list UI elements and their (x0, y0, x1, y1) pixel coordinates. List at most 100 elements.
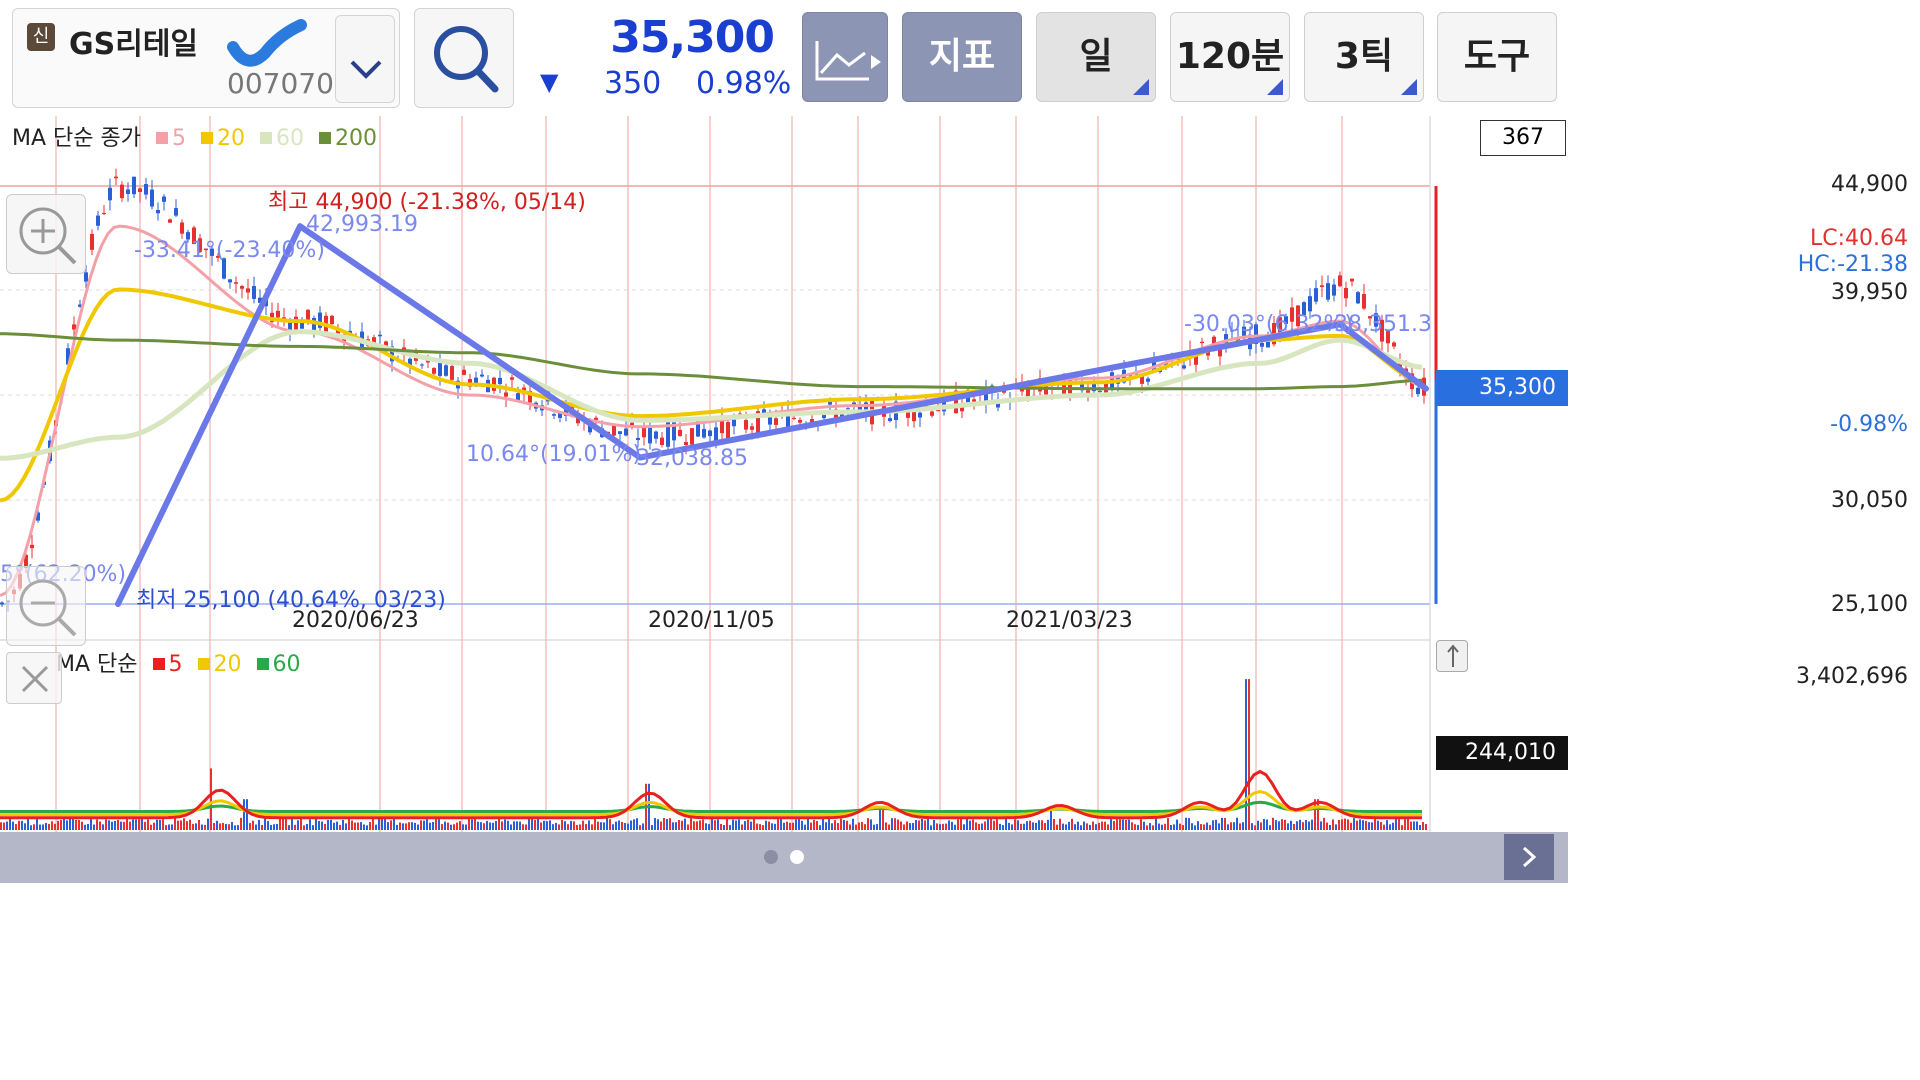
volume-bar (852, 818, 854, 830)
volume-bar (942, 823, 944, 830)
volume-bar (555, 822, 557, 830)
bar-count[interactable]: 367 (1480, 120, 1566, 156)
candle-body (144, 184, 148, 195)
volume-bar (1170, 824, 1172, 830)
zoom-in-button[interactable] (6, 194, 86, 274)
candle-body (714, 427, 718, 441)
volume-bar (1248, 679, 1250, 830)
volume-bar (348, 818, 350, 830)
volume-bar (69, 817, 71, 830)
page-dot-2[interactable] (790, 850, 804, 864)
legend-ma20: 20 (200, 126, 245, 151)
volume-bar (456, 822, 458, 830)
volume-bar (1134, 824, 1136, 830)
volume-bar (252, 820, 254, 830)
volume-bar (1212, 820, 1214, 830)
volume-bar (789, 822, 791, 830)
volume-bar (432, 821, 434, 830)
volume-bar (291, 819, 293, 830)
volume-bar (387, 822, 389, 830)
zoom-out-button[interactable] (6, 566, 86, 646)
volume-bar (936, 823, 938, 830)
volume-bar (90, 818, 92, 830)
volume-bar (795, 819, 797, 830)
period-day-button[interactable]: 일 (1036, 12, 1156, 102)
volume-bar (207, 818, 209, 830)
volume-bar (531, 817, 533, 830)
volume-bar (1161, 824, 1163, 830)
volume-bar (708, 824, 710, 830)
close-indicator-button[interactable] (6, 652, 62, 704)
volume-bar (180, 820, 182, 830)
volume-bar (642, 823, 644, 830)
tools-button[interactable]: 도구 (1437, 12, 1557, 102)
volume-bar (1194, 825, 1196, 830)
price-ma-legend[interactable]: MA 단순 종가 5 20 60 200 (12, 120, 377, 152)
legend-title: MA 단순 (56, 652, 138, 677)
volume-bar (1119, 819, 1121, 830)
volume-bar (354, 822, 356, 830)
volume-bar (921, 818, 923, 830)
volume-bar (117, 819, 119, 830)
resize-handle[interactable] (1436, 640, 1468, 672)
volume-bar (1098, 822, 1100, 830)
volume-bar (963, 824, 965, 830)
stock-dropdown-button[interactable] (335, 15, 395, 103)
volume-bar (1350, 822, 1352, 830)
volume-bar (1362, 820, 1364, 830)
volume-bar (192, 823, 194, 830)
volume-bar (906, 821, 908, 830)
volume-bar (285, 818, 287, 830)
volume-bar (270, 824, 272, 830)
volume-bar (201, 824, 203, 830)
next-page-button[interactable] (1504, 834, 1554, 880)
volume-bar (801, 820, 803, 830)
volume-bar (1032, 822, 1034, 830)
volume-bar (189, 819, 191, 830)
search-button[interactable] (414, 8, 514, 108)
volume-bar (159, 819, 161, 830)
volume-bar (312, 825, 314, 830)
volume-bar (669, 818, 671, 830)
volume-bar (939, 824, 941, 830)
volume-bar (273, 824, 275, 830)
volume-bar (396, 824, 398, 830)
line-chart-icon (815, 41, 881, 81)
volume-bar (381, 818, 383, 830)
volume-bar (516, 821, 518, 830)
volume-bar (108, 820, 110, 830)
volume-bar (405, 823, 407, 830)
tick-button[interactable]: 3틱 (1304, 12, 1424, 102)
volume-bar (675, 822, 677, 830)
volume-bar (1374, 818, 1376, 830)
volume-bar (723, 825, 725, 830)
minute-button[interactable]: 120분 (1170, 12, 1290, 102)
volume-bar (504, 819, 506, 830)
checkmark-icon (227, 19, 307, 67)
volume-bar (471, 819, 473, 830)
candle-body (1350, 278, 1354, 282)
volume-bar (267, 820, 269, 830)
volume-bar (1422, 822, 1424, 830)
page-dot-1[interactable] (764, 850, 778, 864)
volume-bar (1164, 823, 1166, 830)
volume-bar (1338, 819, 1340, 830)
volume-bar (228, 824, 230, 830)
volume-bar (570, 820, 572, 830)
volume-bar (966, 818, 968, 830)
volume-bar (636, 818, 638, 830)
volume-bar (954, 824, 956, 830)
volume-bar (327, 819, 329, 830)
volume-bar (546, 821, 548, 830)
volume-bar (1017, 820, 1019, 830)
volume-bar (1074, 824, 1076, 830)
volume-bar (1236, 817, 1238, 830)
volume-bar (1167, 818, 1169, 830)
candle-body (654, 431, 658, 439)
chart-type-button[interactable] (802, 12, 888, 102)
volume-bar (1104, 821, 1106, 830)
volume-bar (1335, 824, 1337, 830)
minute-label: 120분 (1175, 36, 1285, 77)
stock-selector[interactable]: 신 GS리테일 007070 (12, 8, 400, 108)
indicator-button[interactable]: 지표 (902, 12, 1022, 102)
